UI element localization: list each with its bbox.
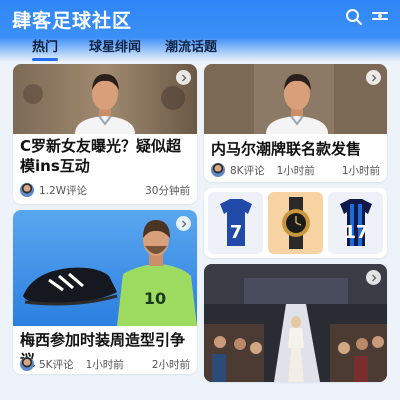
post-meta: 8K评论 1小时前 1小时前 [211, 162, 380, 178]
post-meta: 5K评论 1小时前 2小时前 [20, 356, 190, 372]
more-arrow-button[interactable] [366, 70, 381, 85]
post-title: C罗新女友曝光？疑似超模ins互动 [20, 137, 182, 175]
post-card-messi-fashion-week[interactable]: 10 梅西参加时装周造型引争议 5K评论 1小时前 2小时前 [13, 210, 197, 374]
tab-hot[interactable]: 热门 [32, 36, 59, 61]
app-title: 肆客足球社区 [12, 10, 133, 32]
chevron-right-icon [181, 220, 186, 227]
boot-number: 10 [144, 289, 166, 308]
comment-count: 1.2W评论 [39, 184, 88, 197]
jersey-left-number: 7 [230, 222, 243, 243]
post-card-neymar-collab[interactable]: 内马尔潮牌联名款发售 8K评论 1小时前 1小时前 [204, 64, 387, 182]
post-card-ronaldo-girlfriend[interactable]: C罗新女友曝光？疑似超模ins互动 1.2W评论 30分钟前 [13, 64, 197, 204]
tab-trend-topics[interactable]: 潮流话题 [165, 36, 217, 55]
avatar [20, 183, 34, 197]
app-header: 肆客足球社区 热门 球星绯闻 潮流话题 [0, 0, 400, 62]
ronaldo-photo-2 [204, 64, 387, 134]
filter-menu-icon[interactable] [371, 8, 389, 26]
product-strip-card[interactable]: 7 17 [204, 188, 387, 258]
tab-star-gossip[interactable]: 球星绯闻 [89, 36, 141, 55]
post-time-secondary: 2小时前 [151, 358, 190, 371]
tab-label: 球星绯闻 [89, 40, 142, 55]
messi-boot-photo: 10 [13, 210, 197, 326]
chevron-right-icon [181, 74, 186, 81]
ronaldo-photo [13, 64, 197, 134]
more-arrow-button[interactable] [366, 270, 381, 285]
comment-count: 5K评论 [39, 358, 74, 371]
post-time: 1小时前 [85, 358, 124, 371]
tab-label: 热门 [32, 40, 59, 55]
active-tab-indicator [32, 58, 59, 61]
chevron-right-icon [371, 274, 376, 281]
more-arrow-button[interactable] [176, 70, 191, 85]
avatar [211, 163, 225, 177]
post-meta: 1.2W评论 30分钟前 [20, 182, 190, 198]
post-time: 30分钟前 [145, 184, 190, 197]
post-title: 内马尔潮牌联名款发售 [211, 140, 362, 158]
more-arrow-button[interactable] [176, 216, 191, 231]
tab-label: 潮流话题 [165, 40, 218, 55]
jersey-right-number: 17 [343, 222, 368, 243]
avatar [20, 357, 34, 371]
chevron-right-icon [371, 74, 376, 81]
fashion-runway-photo [204, 264, 387, 382]
post-time-secondary: 1小时前 [341, 164, 380, 177]
tab-bar: 热门 球星绯闻 潮流话题 [0, 34, 400, 61]
post-time: 1小时前 [276, 164, 315, 177]
search-icon[interactable] [345, 8, 363, 26]
product-images: 7 17 [204, 188, 387, 258]
comment-count: 8K评论 [230, 164, 265, 177]
post-card-runway[interactable] [204, 264, 387, 382]
